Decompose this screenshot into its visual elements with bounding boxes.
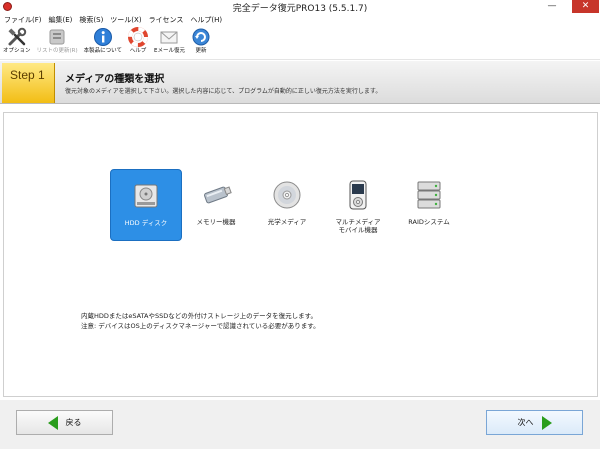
email-recovery-button[interactable]: Eメール復元 bbox=[154, 27, 185, 59]
update-label: 更新 bbox=[195, 48, 207, 54]
help-button[interactable]: ヘルプ bbox=[127, 27, 148, 59]
media-label: マルチメディア モバイル機器 bbox=[335, 218, 381, 234]
menu-search[interactable]: 検索(S) bbox=[79, 14, 103, 26]
step-description: 復元対象のメディアを選択して下さい。選択した内容に応じて、プログラムが自動的に正… bbox=[65, 88, 382, 95]
next-button[interactable]: 次へ bbox=[486, 410, 583, 435]
navigation-bar: 戻る 次へ bbox=[0, 400, 600, 449]
lifebuoy-icon bbox=[127, 27, 148, 47]
toolbar: オプション リストの更新(R) 本製品について ヘルプ Eメール復元 更新 bbox=[0, 27, 600, 60]
media-label: HDD ディスク bbox=[124, 219, 168, 227]
media-label: RAIDシステム bbox=[408, 218, 450, 226]
menu-edit[interactable]: 編集(E) bbox=[49, 14, 73, 26]
tools-icon bbox=[7, 27, 27, 47]
media-mobile-multimedia[interactable]: マルチメディア モバイル機器 bbox=[322, 169, 394, 241]
arrow-left-icon bbox=[47, 415, 58, 430]
media-memory-device[interactable]: メモリー機器 bbox=[180, 169, 252, 241]
update-icon bbox=[191, 27, 211, 47]
media-description-line: 内蔵HDDまたはeSATAやSSDなどの外付けストレージ上のデータを復元します。 bbox=[81, 312, 317, 320]
minimize-button[interactable]: — bbox=[541, 0, 563, 13]
media-note-line: 注意: デバイスはOS上のディスクマネージャーで認識されている必要があります。 bbox=[81, 322, 320, 330]
hard-disk-icon bbox=[129, 179, 163, 213]
help-label: ヘルプ bbox=[129, 48, 147, 54]
close-button[interactable]: ✕ bbox=[572, 0, 599, 13]
next-label: 次へ bbox=[517, 418, 534, 427]
about-label: 本製品について bbox=[83, 48, 122, 54]
menu-bar: ファイル(F) 編集(E) 検索(S) ツール(X) ライセンス ヘルプ(H) bbox=[0, 14, 600, 26]
optical-disc-icon bbox=[270, 178, 304, 212]
usb-drive-icon bbox=[199, 178, 233, 212]
update-button[interactable]: 更新 bbox=[191, 27, 211, 59]
step-number: Step 1 bbox=[10, 68, 45, 82]
step-header: Step 1 メディアの種類を選択 復元対象のメディアを選択して下さい。選択した… bbox=[0, 61, 600, 104]
step-badge: Step 1 bbox=[2, 63, 55, 103]
media-selection-panel: HDD ディスク メモリー機器 光学メディア マルチメディア モバイル機器 RA… bbox=[3, 112, 598, 397]
media-label: 光学メディア bbox=[267, 218, 307, 226]
menu-help[interactable]: ヘルプ(H) bbox=[190, 14, 222, 26]
raid-icon bbox=[412, 178, 446, 212]
options-button[interactable]: オプション bbox=[3, 27, 31, 59]
list-refresh-icon bbox=[47, 27, 67, 47]
step-title: メディアの種類を選択 bbox=[65, 74, 165, 85]
back-button[interactable]: 戻る bbox=[16, 410, 113, 435]
arrow-right-icon bbox=[541, 415, 552, 430]
media-label: メモリー機器 bbox=[196, 218, 236, 226]
refresh-list-button[interactable]: リストの更新(R) bbox=[37, 27, 78, 59]
email-recovery-label: Eメール復元 bbox=[153, 48, 185, 54]
options-label: オプション bbox=[3, 48, 31, 54]
about-button[interactable]: 本製品について bbox=[84, 27, 122, 59]
menu-file[interactable]: ファイル(F) bbox=[4, 14, 42, 26]
menu-tools[interactable]: ツール(X) bbox=[110, 14, 141, 26]
info-icon bbox=[93, 27, 113, 47]
media-raid-system[interactable]: RAIDシステム bbox=[393, 169, 465, 241]
media-hdd-disk[interactable]: HDD ディスク bbox=[110, 169, 182, 241]
back-label: 戻る bbox=[65, 418, 82, 427]
media-optical[interactable]: 光学メディア bbox=[251, 169, 323, 241]
menu-license[interactable]: ライセンス bbox=[149, 14, 184, 26]
title-bar: 完全データ復元PRO13 (5.5.1.7) — ✕ bbox=[0, 0, 600, 14]
media-player-icon bbox=[341, 178, 375, 212]
email-icon bbox=[159, 27, 179, 47]
refresh-list-label: リストの更新(R) bbox=[36, 48, 78, 54]
window-title: 完全データ復元PRO13 (5.5.1.7) bbox=[232, 4, 368, 14]
